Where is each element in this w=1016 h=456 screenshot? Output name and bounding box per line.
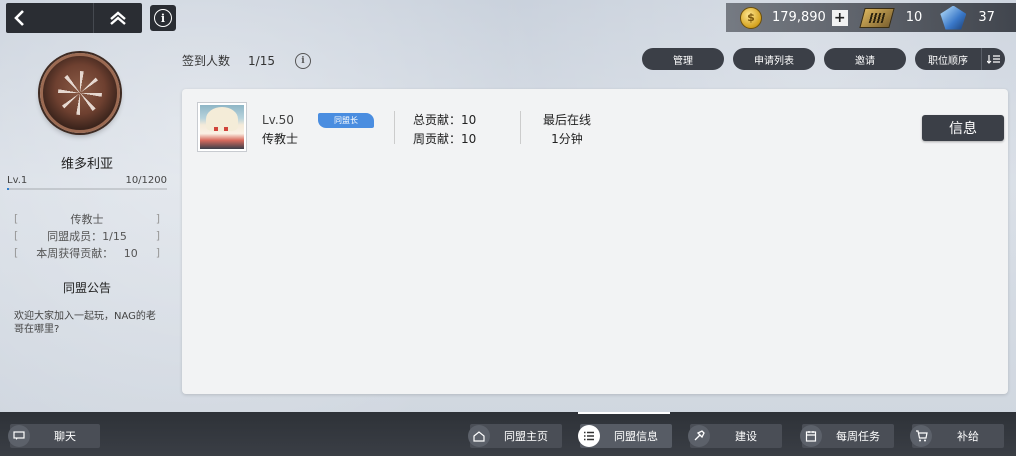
tab-label: 同盟信息 <box>614 430 658 443</box>
stat-weekly-contrib: 本周获得贡献： 10 <box>36 246 138 260</box>
gem-icon <box>940 5 967 30</box>
tab-label: 补给 <box>957 430 979 443</box>
last-online-label: 最后在线 <box>542 113 591 127</box>
sort-order-icon <box>981 48 1005 70</box>
character-portrait <box>200 105 244 149</box>
chat-label: 聊天 <box>54 430 76 443</box>
info-icon: i <box>154 9 172 27</box>
tab-label: 同盟主页 <box>504 430 548 443</box>
member-last-online: 最后在线 1分钟 <box>537 111 597 149</box>
guild-level-row: Lv.1 10/1200 <box>7 175 167 186</box>
stat-members: 同盟成员：1/15 <box>47 229 127 243</box>
home-button[interactable] <box>94 3 142 33</box>
member-list-panel: Lv.50 同盟长 传教士 总贡献：10 周贡献：10 最后在线 1分钟 信息 <box>182 89 1008 394</box>
checkin-row: 签到人数 1/15 i <box>182 52 311 69</box>
hammer-icon <box>688 425 710 447</box>
currency-bar: $ 179,890 + 10 37 <box>726 3 1016 32</box>
role-badge: 同盟长 <box>318 113 374 128</box>
weekly-contribution: 周贡献：10 <box>413 132 477 146</box>
guild-level: Lv.1 <box>7 175 28 186</box>
back-button[interactable] <box>6 3 94 33</box>
ticket-amount: 10 <box>905 10 923 25</box>
bottom-nav: 聊天 同盟主页 同盟信息 建设 每周任务 补给 <box>0 412 1016 456</box>
manage-button[interactable]: 管理 <box>642 48 724 70</box>
tab-weekly-tasks[interactable]: 每周任务 <box>800 424 894 448</box>
checkin-label: 签到人数 <box>182 54 231 68</box>
guild-info-button[interactable]: i <box>150 5 176 31</box>
notice-body: 欢迎大家加入一起玩，NAG的老哥在哪里? <box>14 311 156 335</box>
divider <box>394 111 395 144</box>
action-buttons: 管理 申请列表 邀请 职位顺序 <box>642 48 1005 70</box>
tab-construction[interactable]: 建设 <box>688 424 782 448</box>
checkin-count: 1/15 <box>248 53 275 68</box>
member-contribution: 总贡献：10 周贡献：10 <box>413 111 476 149</box>
double-chevron-up-icon <box>110 11 126 25</box>
gem-amount: 37 <box>978 10 995 25</box>
guild-name: 维多利亚 <box>60 157 113 172</box>
member-avatar[interactable] <box>197 102 247 152</box>
emblem-star-icon <box>58 71 102 115</box>
invite-button[interactable]: 邀请 <box>824 48 906 70</box>
nav-group <box>6 3 142 33</box>
chat-button[interactable]: 聊天 <box>8 424 100 448</box>
top-nav: i <box>6 3 176 33</box>
total-contribution: 总贡献：10 <box>413 113 477 127</box>
sort-label: 职位顺序 <box>928 55 968 67</box>
member-title: 传教士 <box>262 132 299 146</box>
add-coins-button[interactable]: + <box>831 9 848 26</box>
ticket-icon <box>859 7 895 28</box>
guild-exp: 10/1200 <box>125 175 167 186</box>
chat-icon <box>8 425 30 447</box>
tab-label: 建设 <box>735 430 757 443</box>
coin-amount: 179,890 <box>772 10 826 25</box>
calendar-icon <box>800 425 822 447</box>
coin-icon: $ <box>740 6 762 29</box>
guild-exp-bar <box>7 188 167 190</box>
home-icon <box>468 425 490 447</box>
stat-title: 传教士 <box>70 212 104 226</box>
member-level: Lv.50 <box>262 113 294 127</box>
list-icon <box>578 425 600 447</box>
guild-exp-fill <box>7 188 9 190</box>
sort-button[interactable]: 职位顺序 <box>915 48 1005 70</box>
member-row: Lv.50 同盟长 传教士 总贡献：10 周贡献：10 最后在线 1分钟 信息 <box>197 102 1004 154</box>
divider <box>520 111 521 144</box>
stat-row: [传教士] <box>14 212 160 226</box>
notice-title: 同盟公告 <box>62 281 111 295</box>
stat-row: [同盟成员：1/15] <box>14 229 160 243</box>
tab-supply[interactable]: 补给 <box>910 424 1004 448</box>
info-icon[interactable]: i <box>294 52 311 69</box>
chevron-left-icon <box>14 10 24 26</box>
active-tab-indicator <box>578 412 670 414</box>
guild-stats: [传教士] [同盟成员：1/15] [本周获得贡献： 10] <box>14 210 160 261</box>
cart-icon <box>910 425 932 447</box>
last-online-value: 1分钟 <box>551 132 583 146</box>
guild-sidebar: 维多利亚 Lv.1 10/1200 [传教士] [同盟成员：1/15] [本周获… <box>0 40 174 412</box>
tab-guild-info[interactable]: 同盟信息 <box>578 424 672 448</box>
tab-label: 每周任务 <box>836 430 880 443</box>
member-info-button[interactable]: 信息 <box>922 115 1004 141</box>
guild-emblem <box>40 53 120 133</box>
stat-row: [本周获得贡献： 10] <box>14 246 160 260</box>
applications-button[interactable]: 申请列表 <box>733 48 815 70</box>
tab-guild-home[interactable]: 同盟主页 <box>468 424 562 448</box>
